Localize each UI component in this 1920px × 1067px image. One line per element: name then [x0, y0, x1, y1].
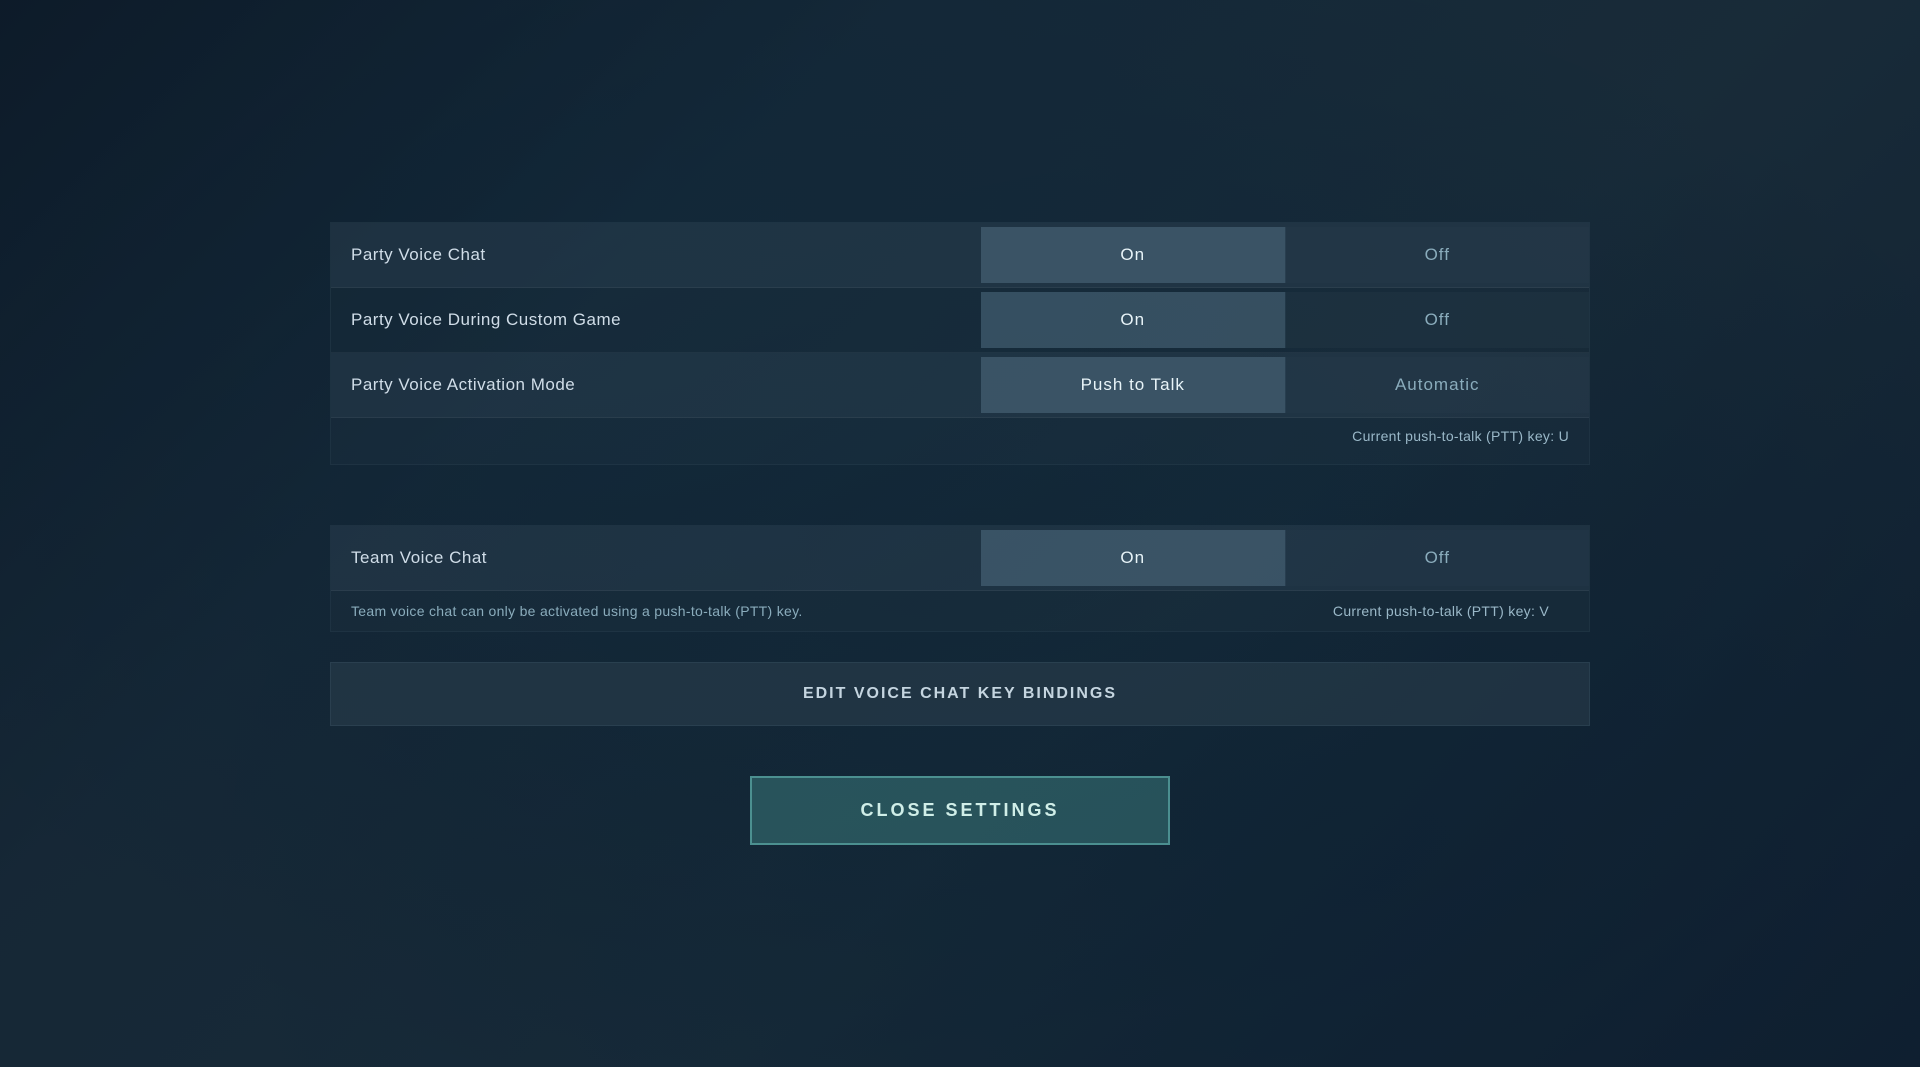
team-info-row: Team voice chat can only be activated us…	[331, 591, 1589, 631]
team-ptt-description: Team voice chat can only be activated us…	[351, 603, 1001, 619]
close-settings-wrapper: CLOSE SETTINGS	[330, 776, 1590, 845]
party-voice-custom-off-button[interactable]: Off	[1286, 292, 1590, 348]
party-voice-activation-label: Party Voice Activation Mode	[331, 357, 981, 413]
party-voice-custom-game-label: Party Voice During Custom Game	[331, 292, 981, 348]
edit-bindings-button[interactable]: EDIT VOICE CHAT KEY BINDINGS	[330, 662, 1590, 726]
party-voice-custom-game-controls: On Off	[981, 292, 1589, 348]
party-voice-activation-controls: Push to Talk Automatic	[981, 357, 1589, 413]
party-voice-activation-row: Party Voice Activation Mode Push to Talk…	[331, 353, 1589, 418]
team-ptt-key-info: Current push-to-talk (PTT) key: V	[1001, 603, 1569, 619]
team-voice-chat-label: Team Voice Chat	[331, 530, 981, 586]
close-settings-button[interactable]: CLOSE SETTINGS	[750, 776, 1170, 845]
team-settings-group: Team Voice Chat On Off Team voice chat c…	[330, 525, 1590, 632]
team-voice-chat-off-button[interactable]: Off	[1286, 530, 1590, 586]
party-voice-chat-off-button[interactable]: Off	[1286, 227, 1590, 283]
party-settings-group: Party Voice Chat On Off Party Voice Duri…	[330, 222, 1590, 465]
party-voice-chat-label: Party Voice Chat	[331, 227, 981, 283]
team-voice-chat-on-button[interactable]: On	[981, 530, 1285, 586]
automatic-button[interactable]: Automatic	[1286, 357, 1590, 413]
team-voice-chat-row: Team Voice Chat On Off	[331, 526, 1589, 591]
party-voice-chat-row: Party Voice Chat On Off	[331, 223, 1589, 288]
section-divider	[330, 495, 1590, 525]
party-voice-chat-on-button[interactable]: On	[981, 227, 1285, 283]
party-voice-custom-game-row: Party Voice During Custom Game On Off	[331, 288, 1589, 353]
party-voice-custom-on-button[interactable]: On	[981, 292, 1285, 348]
party-voice-chat-controls: On Off	[981, 227, 1589, 283]
team-voice-chat-controls: On Off	[981, 530, 1589, 586]
party-ptt-key-info: Current push-to-talk (PTT) key: U	[331, 418, 1589, 464]
push-to-talk-button[interactable]: Push to Talk	[981, 357, 1285, 413]
settings-container: Party Voice Chat On Off Party Voice Duri…	[330, 222, 1590, 845]
